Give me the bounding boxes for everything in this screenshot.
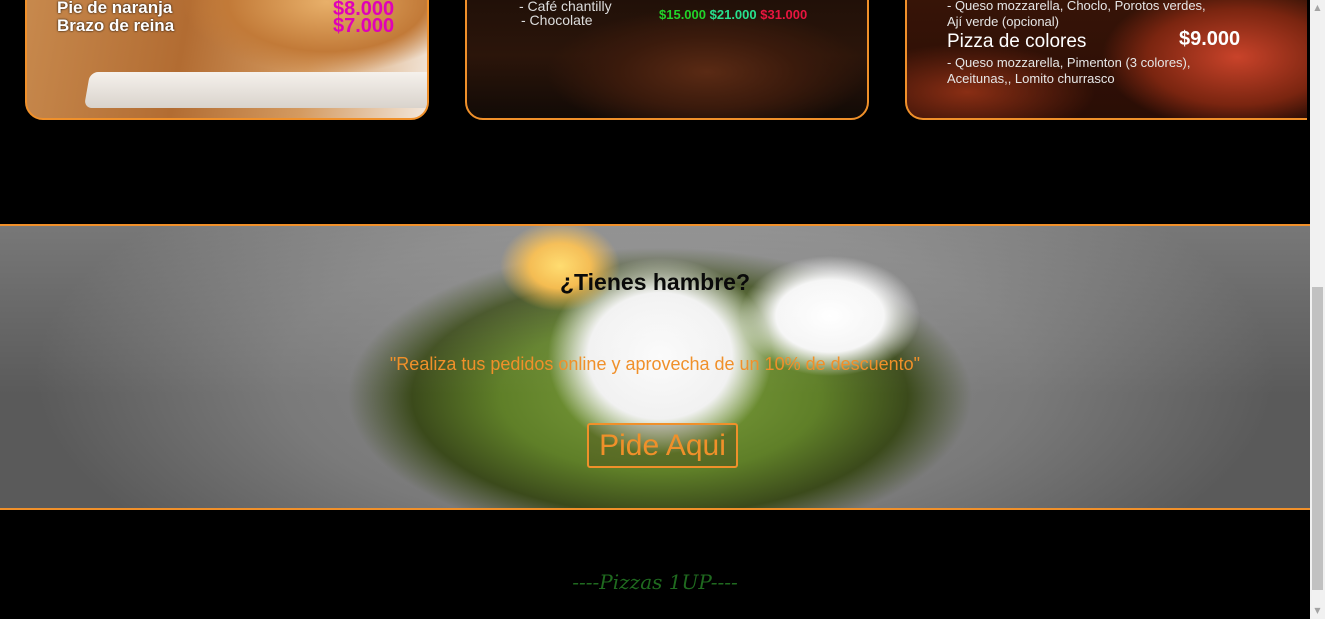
promo-banner: ¿Tienes hambre? "Realiza tus pedidos onl… (0, 224, 1310, 510)
menu-card-desserts: Pie de naranja Brazo de reina $8.000 $7.… (25, 0, 429, 120)
menu-card-pizzas: - Queso mozzarella, Choclo, Porotos verd… (905, 0, 1307, 120)
section-heading-pizzas: ----Pizzas 1UP---- (572, 570, 738, 594)
menu-item-name: Pizza de colores (947, 31, 1087, 52)
banner-quote: "Realiza tus pedidos online y aprovecha … (389, 354, 921, 374)
page: Pie de naranja Brazo de reina $8.000 $7.… (0, 0, 1310, 619)
scroll-down-arrow-icon[interactable]: ▼ (1312, 605, 1323, 617)
price-small: $15.000 (659, 7, 706, 22)
scrollbar-thumb[interactable] (1312, 287, 1323, 590)
menu-item-name: - Chocolate (521, 12, 593, 28)
menu-item-prices: $15.000 $21.000 $31.000 (659, 7, 807, 22)
menu-item-price: $9.000 (1179, 28, 1241, 50)
menu-item-name: Brazo de reina (57, 16, 175, 35)
price-large: $31.000 (760, 7, 808, 22)
menu-item-description: - Queso mozzarella, Choclo, Porotos verd… (947, 0, 1206, 29)
menu-card-cakes: - Café chantilly - Chocolate $15.000 $21… (465, 0, 869, 120)
scroll-up-arrow-icon[interactable]: ▲ (1312, 2, 1323, 14)
menu-item-description: - Queso mozzarella, Pimenton (3 colores)… (947, 55, 1191, 86)
banner-title: ¿Tienes hambre? (559, 269, 751, 295)
menu-item-price: $7.000 (333, 15, 395, 37)
order-now-button[interactable]: Pide Aqui (587, 423, 738, 468)
price-medium: $21.000 (709, 7, 757, 22)
